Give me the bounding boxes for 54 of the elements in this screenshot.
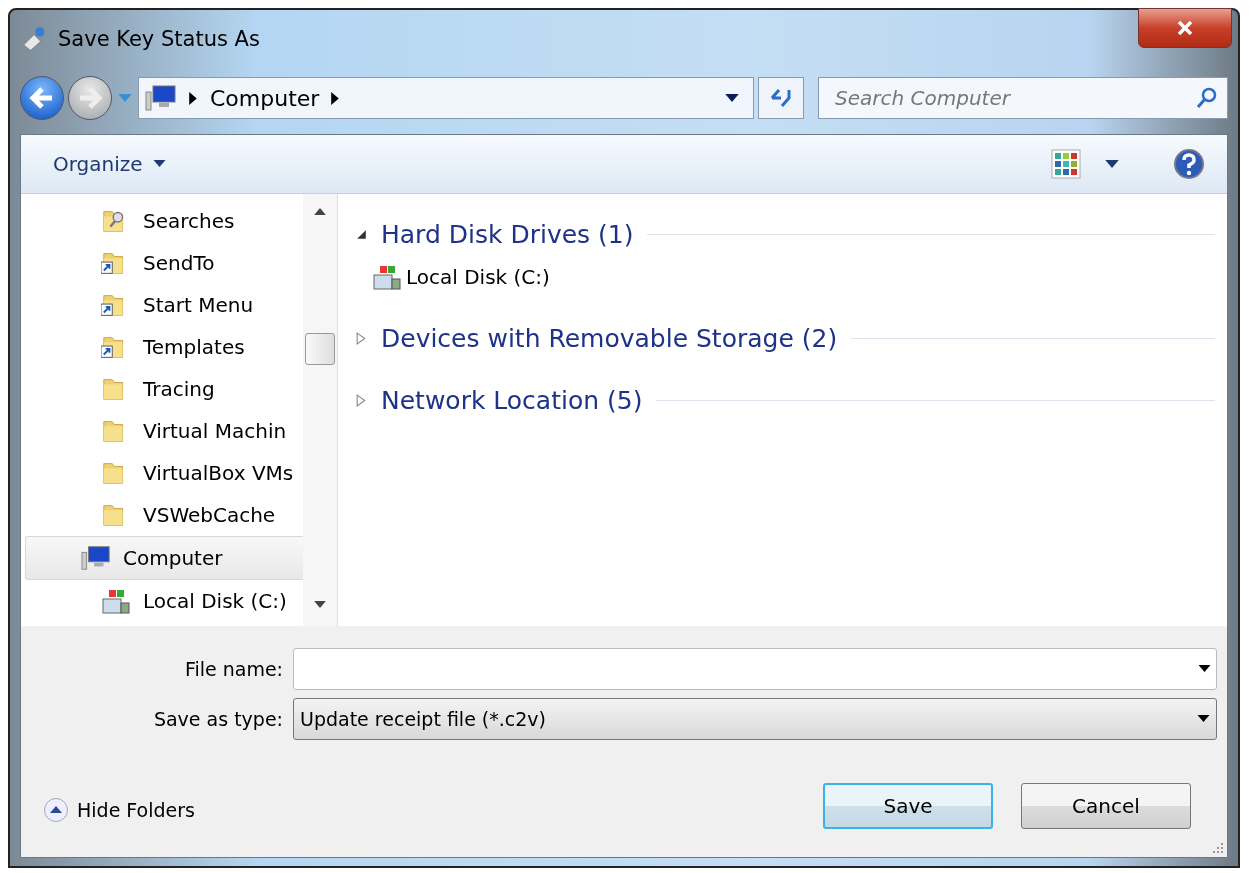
forward-button[interactable]	[68, 76, 112, 120]
scrollbar[interactable]	[303, 194, 337, 626]
dropdown-caret-icon[interactable]	[1198, 665, 1211, 673]
breadcrumb-arrow-icon[interactable]	[189, 91, 198, 105]
view-grid-icon[interactable]	[1051, 149, 1081, 179]
group-header[interactable]: Devices with Removable Storage (2)	[381, 323, 838, 353]
scroll-down-icon[interactable]	[314, 601, 326, 608]
folder-tree-item[interactable]: VirtualBox VMs	[21, 452, 303, 494]
folder-tree-item[interactable]: Searches	[21, 200, 303, 242]
folder-tree-item[interactable]: VSWebCache	[21, 494, 303, 536]
folder-tree-item[interactable]: Start Menu	[21, 284, 303, 326]
file-name-field[interactable]	[293, 648, 1217, 690]
drive-icon	[372, 263, 402, 291]
scroll-thumb[interactable]	[305, 333, 335, 365]
dropdown-caret-icon[interactable]	[725, 93, 739, 103]
resize-grip-icon[interactable]	[1212, 842, 1224, 854]
computer-icon	[81, 544, 111, 572]
drive-item[interactable]: Local Disk (C:)	[356, 256, 550, 298]
close-button[interactable]	[1138, 8, 1232, 48]
search-icon	[1195, 86, 1219, 110]
drive-tree-item[interactable]: Local Disk (C:)	[21, 580, 303, 622]
expand-triangle-icon[interactable]	[356, 227, 367, 241]
file-name-label: File name:	[183, 658, 284, 680]
organize-button[interactable]: Organize	[51, 148, 168, 180]
window-title: Save Key Status As	[58, 27, 260, 51]
breadcrumb-arrow-icon[interactable]	[331, 91, 341, 105]
cancel-button[interactable]: Cancel	[1021, 783, 1191, 829]
dropdown-caret-icon	[1197, 715, 1210, 723]
save-type-label: Save as type:	[152, 708, 284, 730]
folder-tree-item[interactable]: Tracing	[21, 368, 303, 410]
folder-tree-item[interactable]: Templates	[21, 326, 303, 368]
folder-tree-item[interactable]: SendTo	[21, 242, 303, 284]
refresh-button[interactable]	[758, 77, 804, 119]
close-icon	[1175, 18, 1195, 38]
breadcrumb-item[interactable]: Computer	[210, 85, 320, 111]
view-caret-icon[interactable]	[1105, 159, 1119, 169]
group-header[interactable]: Network Location (5)	[381, 385, 643, 415]
search-input[interactable]: Search Computer	[833, 85, 1195, 111]
group-header[interactable]: Hard Disk Drives (1)	[381, 219, 634, 249]
scroll-up-icon[interactable]	[314, 208, 326, 215]
save-button[interactable]: Save	[823, 783, 993, 829]
caret-icon	[152, 160, 166, 168]
computer-icon	[145, 84, 177, 112]
hide-folders-button[interactable]: Hide Folders	[43, 797, 195, 823]
folder-tree-item[interactable]: Virtual Machin	[21, 410, 303, 452]
computer-tree-item[interactable]: Computer	[25, 536, 303, 580]
drive-icon	[101, 587, 131, 615]
back-button[interactable]	[20, 76, 64, 120]
help-icon[interactable]	[1173, 148, 1205, 180]
address-bar[interactable]: Computer	[138, 77, 754, 119]
save-type-dropdown[interactable]: Update receipt file (*.c2v)	[293, 698, 1217, 740]
search-field[interactable]: Search Computer	[818, 77, 1228, 119]
collapse-icon	[43, 797, 69, 823]
refresh-icon	[769, 86, 793, 110]
